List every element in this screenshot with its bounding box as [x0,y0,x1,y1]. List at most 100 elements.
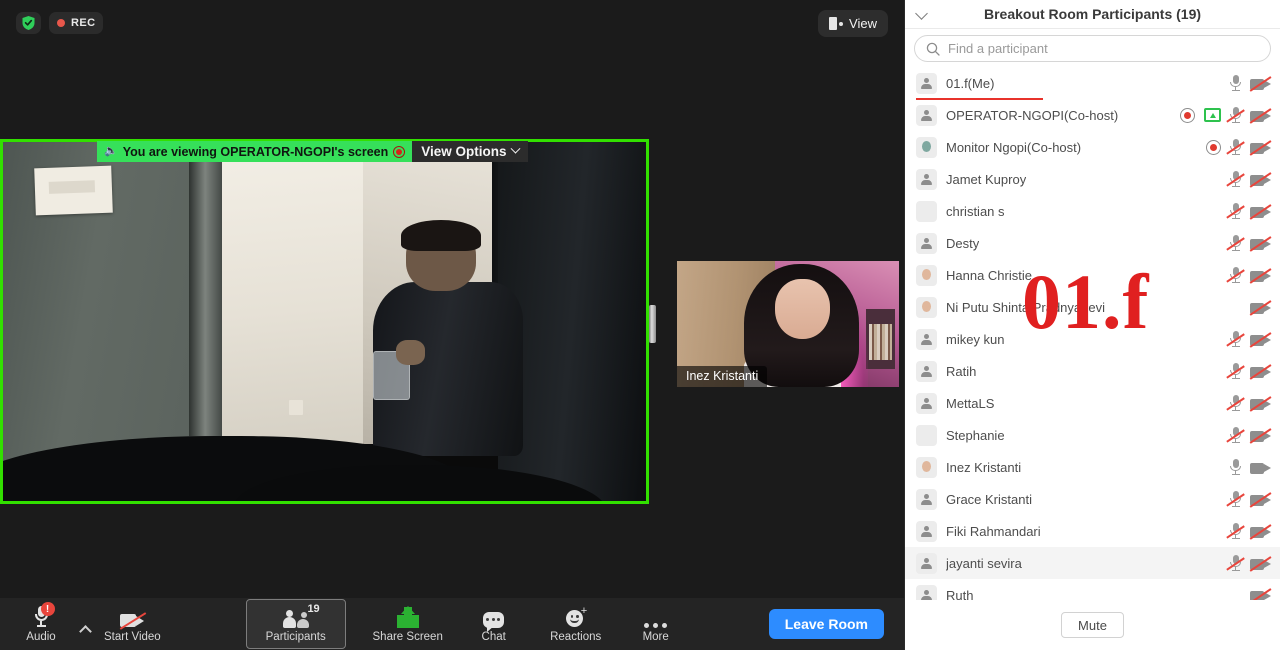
participant-row[interactable]: Grace Kristanti [905,483,1280,515]
participant-row[interactable]: OPERATOR-NGOPI(Co-host) [905,99,1280,131]
microphone-muted-icon[interactable] [1226,106,1245,124]
video-off-icon[interactable] [1249,396,1272,412]
participant-avatar [916,232,937,254]
microphone-muted-icon[interactable] [1226,426,1245,444]
participant-name: Ni Putu Shinta Pradnyadevi [946,299,1105,315]
video-off-icon[interactable] [1249,332,1272,348]
video-off-icon[interactable] [1249,492,1272,508]
video-off-icon[interactable] [1249,268,1272,284]
panel-drag-handle[interactable] [649,305,656,343]
participant-name: Stephanie [946,427,1005,443]
more-icon [644,623,668,628]
participant-row[interactable]: Ni Putu Shinta Pradnyadevi [905,291,1280,323]
shared-screen-view[interactable] [0,139,649,504]
microphone-muted-icon[interactable] [1226,554,1245,572]
person-icon [921,493,932,505]
participant-status-icons [1226,522,1272,540]
video-off-icon[interactable] [1249,300,1272,316]
microphone-muted-icon[interactable] [1226,394,1245,412]
participant-row[interactable]: MettaLS [905,387,1280,419]
participant-status-icons [1226,362,1272,380]
participant-avatar [916,168,937,190]
video-off-icon[interactable] [1249,76,1272,92]
participants-icon [282,610,309,628]
participant-row[interactable]: Jamet Kuproy [905,163,1280,195]
start-video-button[interactable]: Start Video [98,600,167,648]
shield-check-icon [22,16,35,30]
participant-row[interactable]: Monitor Ngopi(Co-host) [905,131,1280,163]
participant-avatar [916,200,937,222]
participant-row[interactable]: 01.f(Me) [905,67,1280,100]
video-off-icon[interactable] [1249,236,1272,252]
screen-share-icon [1204,108,1221,122]
video-off-icon[interactable] [1249,140,1272,156]
participant-row[interactable]: Ruth [905,579,1280,600]
participant-row[interactable]: jayanti sevira [905,547,1280,579]
participant-video-thumbnail[interactable]: Inez Kristanti [677,261,899,387]
microphone-muted-icon[interactable] [1226,138,1245,156]
participants-label: Participants [265,631,326,643]
participant-row[interactable]: Desty [905,227,1280,259]
participant-avatar [916,136,937,158]
video-off-icon[interactable] [1249,428,1272,444]
microphone-muted-icon[interactable] [1226,266,1245,284]
share-screen-button[interactable]: Share Screen [365,600,451,648]
microphone-muted-icon[interactable] [1226,330,1245,348]
more-button[interactable]: More [625,600,687,648]
microphone-muted-icon[interactable] [1226,362,1245,380]
view-options-button[interactable]: View Options [412,141,528,162]
chat-button[interactable]: Chat [463,600,525,648]
participant-row[interactable]: Stephanie [905,419,1280,451]
participant-status-icons [1249,300,1272,316]
microphone-muted-icon[interactable] [1226,490,1245,508]
person-icon [921,397,932,409]
participant-row[interactable]: Ratih [905,355,1280,387]
microphone-muted-icon[interactable] [1226,522,1245,540]
microphone-on-icon[interactable] [1230,458,1241,476]
video-off-icon[interactable] [1249,172,1272,188]
view-button-label: View [849,16,877,31]
video-off-icon[interactable] [1249,556,1272,572]
participants-button[interactable]: 19 Participants [245,599,346,649]
mute-all-button[interactable]: Mute [1061,612,1124,638]
video-on-icon[interactable] [1250,461,1271,474]
participant-status-icons [1226,426,1272,444]
video-off-icon[interactable] [1249,204,1272,220]
participants-list[interactable]: 01.f(Me) OPERATOR-NGOPI(Co-host) Monitor N… [905,67,1280,600]
security-shield-badge[interactable] [16,12,41,34]
search-input[interactable] [948,41,1259,56]
participant-row[interactable]: christian s [905,195,1280,227]
participant-name: christian s [946,203,1005,219]
participant-name: Fiki Rahmandari [946,523,1041,539]
leave-room-button[interactable]: Leave Room [768,609,884,639]
recording-badge[interactable]: REC [49,12,104,34]
participant-row[interactable]: Fiki Rahmandari [905,515,1280,547]
reactions-button[interactable]: + Reactions [539,600,613,648]
top-left-indicators: REC [16,12,104,34]
microphone-muted-icon[interactable] [1226,202,1245,220]
microphone-on-icon[interactable] [1230,74,1241,92]
share-banner-status: 🔈 You are viewing OPERATOR-NGOPI's scree… [97,141,413,162]
audio-button[interactable]: ! Audio [10,600,72,648]
participant-row[interactable]: Inez Kristanti [905,451,1280,483]
search-box[interactable] [914,35,1271,62]
participant-avatar [916,552,937,574]
video-off-icon[interactable] [1249,108,1272,124]
participant-status-icons [1206,138,1272,156]
audio-options-arrow[interactable] [72,600,98,648]
participants-panel: Breakout Room Participants (19) 01.f(Me)… [904,0,1280,650]
participant-name: mikey kun [946,331,1005,347]
participant-avatar [916,104,937,126]
participant-avatar [916,360,937,382]
more-label: More [642,631,669,643]
participant-row[interactable]: mikey kun [905,323,1280,355]
view-layout-button[interactable]: View [818,10,888,37]
chevron-down-icon[interactable] [915,7,928,20]
shared-screen-content [3,142,646,501]
video-off-icon[interactable] [1249,364,1272,380]
video-off-icon[interactable] [1249,588,1272,600]
microphone-muted-icon[interactable] [1226,170,1245,188]
microphone-muted-icon[interactable] [1226,234,1245,252]
video-off-icon[interactable] [1249,524,1272,540]
participant-row[interactable]: Hanna Christie [905,259,1280,291]
